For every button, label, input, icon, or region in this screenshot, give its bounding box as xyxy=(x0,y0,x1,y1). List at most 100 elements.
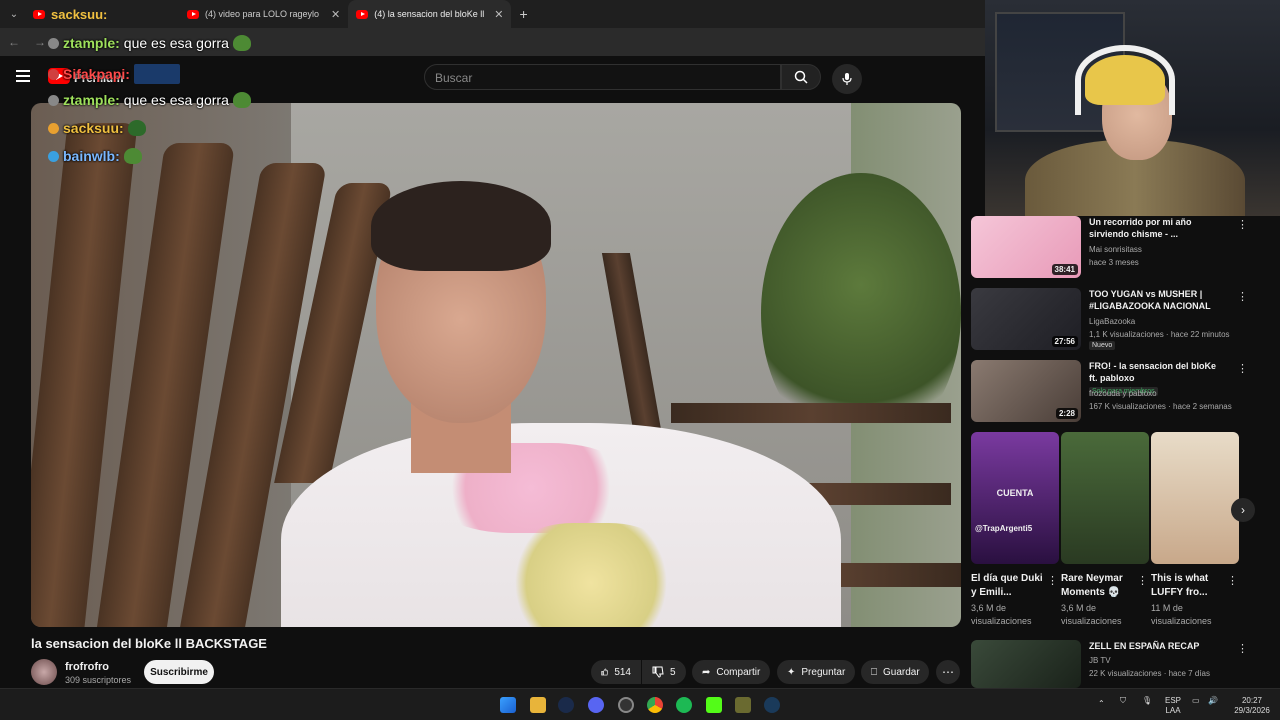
video-player[interactable] xyxy=(31,103,961,627)
start-button-icon[interactable] xyxy=(500,697,516,713)
video-title[interactable]: Un recorrido por mi año sirviendo chisme… xyxy=(1089,216,1219,240)
share-button[interactable]: ➦ Compartir xyxy=(692,660,770,684)
video-thumbnail[interactable]: 2:28 xyxy=(971,360,1081,422)
browser-tab-2[interactable]: (4) video para LOLO rageylo - Y ✕ xyxy=(179,0,348,28)
short-title[interactable]: El día que Duki y Emili... xyxy=(971,572,1047,600)
shield-icon[interactable]: ⛉ xyxy=(1120,696,1126,706)
channel-avatar[interactable] xyxy=(31,659,57,685)
channel-name[interactable]: LigaBazooka xyxy=(1089,317,1135,326)
chat-text: que es esa gorra xyxy=(123,92,229,108)
like-count: 514 xyxy=(614,666,631,678)
channel-name[interactable]: JB TV xyxy=(1089,656,1111,665)
ask-button[interactable]: ✦ Preguntar xyxy=(777,660,855,684)
short-views: 3,6 M de visualizaciones xyxy=(1061,603,1122,626)
search-input[interactable]: Buscar xyxy=(424,64,781,90)
app-icon[interactable] xyxy=(764,697,780,713)
close-tab-icon[interactable]: ✕ xyxy=(331,8,340,21)
recommended-video[interactable]: 38:41 Un recorrido por mi año sirviendo … xyxy=(971,216,1276,396)
webcam-overlay xyxy=(985,0,1280,216)
chevron-up-icon[interactable]: ⌃ xyxy=(1098,699,1105,709)
channel-name[interactable]: Mai sonrisitass xyxy=(1089,245,1142,254)
kebab-menu-icon[interactable]: ⋮ xyxy=(1137,574,1148,587)
like-button[interactable]: 514 xyxy=(591,660,641,684)
browser-tab-3[interactable]: (4) la sensacion del bloKe ll ✕ xyxy=(348,0,512,28)
volume-icon[interactable]: 🔊 xyxy=(1208,696,1218,706)
back-arrow-icon[interactable]: ← xyxy=(8,35,20,49)
forward-arrow-icon[interactable]: → xyxy=(34,35,46,49)
kebab-menu-icon[interactable]: ⋮ xyxy=(1047,574,1058,587)
browser-tab-strip: ⌄ sacksuu: (4) video para LOLO rageylo -… xyxy=(0,0,985,28)
video-thumbnail[interactable]: 38:41 xyxy=(971,216,1081,278)
dislike-button[interactable]: 5 xyxy=(642,660,686,684)
video-title[interactable]: ZELL EN ESPAÑA RECAP xyxy=(1089,640,1219,652)
channel-name[interactable]: frofrofro xyxy=(65,661,109,673)
recommended-video[interactable]: 27:56 TOO YUGAN vs MUSHER | #LIGABAZOOKA… xyxy=(971,288,1276,352)
frog-emote-icon xyxy=(123,148,142,164)
spotify-icon[interactable] xyxy=(676,697,692,713)
recommended-video[interactable]: 2:28 FRO! - la sensacion del bloKe ft. p… xyxy=(971,360,1276,424)
menu-icon[interactable] xyxy=(16,70,30,82)
file-explorer-icon[interactable] xyxy=(530,697,546,713)
channel-name[interactable]: frozouda y pabloxo xyxy=(1089,389,1157,398)
browser-tab-1[interactable]: sacksuu: xyxy=(25,0,179,28)
video-duration: 2:28 xyxy=(1055,408,1078,419)
clock[interactable]: 20:27 29/3/2026 xyxy=(1230,696,1274,716)
youtube-favicon-icon xyxy=(33,9,45,19)
save-button[interactable]: ⎕ Guardar xyxy=(861,660,929,684)
subscribe-button[interactable]: Suscribirme xyxy=(144,660,214,684)
next-arrow-icon[interactable]: › xyxy=(1231,498,1255,522)
language-layout: LAA xyxy=(1165,706,1181,715)
video-thumbnail[interactable] xyxy=(971,640,1081,688)
tab-label: (4) video para LOLO rageylo - Y xyxy=(205,9,321,19)
headphones xyxy=(1075,45,1175,115)
short-thumbnail[interactable]: CUENTA @TrapArgenti5 xyxy=(971,432,1059,564)
share-icon: ➦ xyxy=(702,666,711,678)
short-title[interactable]: Rare Neymar Moments 💀 xyxy=(1061,572,1137,600)
chat-badge-icon xyxy=(48,122,59,134)
thumbs-down-icon xyxy=(652,666,664,678)
chat-username: ztample: xyxy=(63,92,120,108)
language-indicator[interactable]: ESP LAA xyxy=(1163,696,1183,716)
video-meta: 22 K visualizaciones · hace 7 días xyxy=(1089,669,1210,678)
video-duration: 27:56 xyxy=(1051,336,1078,347)
video-thumbnail[interactable]: 27:56 xyxy=(971,288,1081,350)
kebab-menu-icon[interactable]: ⋮ xyxy=(1237,362,1248,375)
short-thumbnail[interactable] xyxy=(1061,432,1149,564)
new-tab-button[interactable]: + xyxy=(519,6,527,22)
kebab-menu-icon[interactable]: ⋮ xyxy=(1237,290,1248,303)
sparkle-icon: ✦ xyxy=(787,666,796,678)
chat-text: que es esa gorra xyxy=(123,35,229,51)
search-button[interactable] xyxy=(781,64,821,90)
close-tab-icon[interactable]: ✕ xyxy=(494,8,503,21)
chat-message: ztample: que es esa gorra xyxy=(48,35,251,51)
more-actions-button[interactable]: ⋯ xyxy=(936,660,960,684)
video-title[interactable]: FRO! - la sensacion del bloKe ft. pablox… xyxy=(1089,360,1219,384)
network-icon[interactable]: ▭ xyxy=(1192,696,1200,706)
frog-emote-icon xyxy=(232,92,251,108)
bookmark-icon: ⎕ xyxy=(871,666,877,678)
chrome-icon[interactable] xyxy=(647,697,663,713)
video-title[interactable]: TOO YUGAN vs MUSHER | #LIGABAZOOKA NACIO… xyxy=(1089,288,1219,314)
video-meta: 1,1 K visualizaciones · hace 22 minutos xyxy=(1089,330,1230,339)
short-overlay-text: CUENTA xyxy=(996,488,1034,498)
short-title[interactable]: This is what LUFFY fro... xyxy=(1151,572,1227,600)
short-thumbnail[interactable] xyxy=(1151,432,1239,564)
tab-label: sacksuu: xyxy=(51,6,108,22)
video-meta: hace 3 meses xyxy=(1089,258,1139,267)
discord-icon[interactable] xyxy=(588,697,604,713)
obs-icon[interactable] xyxy=(618,697,634,713)
dislike-count: 5 xyxy=(670,666,676,678)
microphone-icon xyxy=(842,73,852,85)
kebab-menu-icon[interactable]: ⋮ xyxy=(1227,574,1238,587)
voice-search-button[interactable] xyxy=(832,64,862,94)
steam-icon[interactable] xyxy=(558,697,574,713)
kick-icon[interactable] xyxy=(706,697,722,713)
tab-search-chevron-icon[interactable]: ⌄ xyxy=(3,3,25,25)
kebab-menu-icon[interactable]: ⋮ xyxy=(1237,642,1248,655)
kebab-menu-icon[interactable]: ⋮ xyxy=(1237,218,1248,231)
microphone-icon[interactable]: 🎙 xyxy=(1142,696,1152,706)
emote-icon xyxy=(133,64,180,84)
subscriber-count: 309 suscriptores xyxy=(65,675,132,685)
app-icon[interactable] xyxy=(735,697,751,713)
clock-time: 20:27 xyxy=(1241,696,1263,705)
